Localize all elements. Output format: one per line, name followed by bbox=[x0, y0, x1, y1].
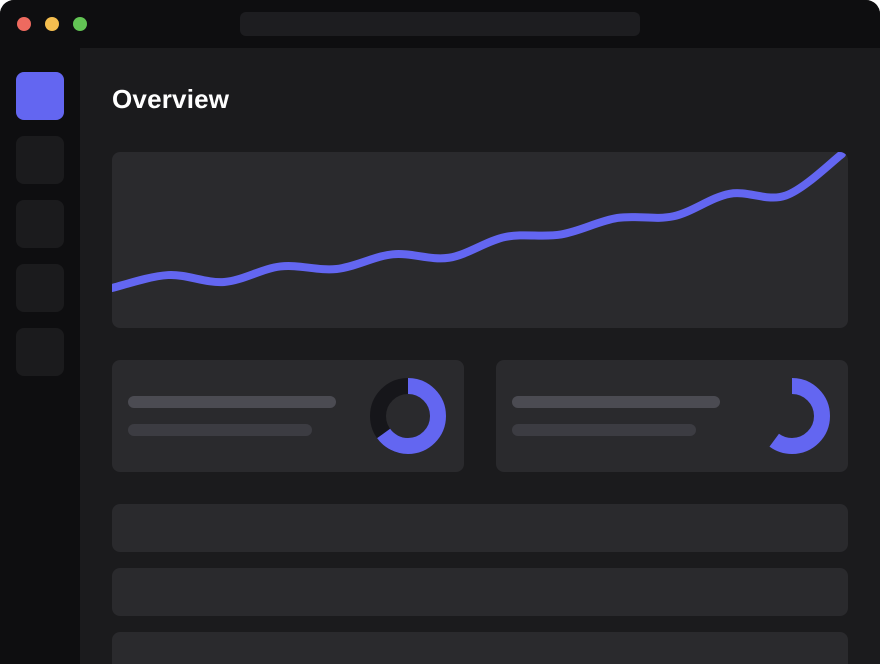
list-item[interactable] bbox=[112, 568, 848, 616]
donut-progress-arc bbox=[754, 378, 830, 454]
address-bar[interactable] bbox=[240, 12, 640, 36]
sidebar-item-4[interactable] bbox=[16, 264, 64, 312]
sidebar-item-3[interactable] bbox=[16, 200, 64, 248]
sidebar bbox=[0, 48, 80, 664]
stat-card-1 bbox=[112, 360, 464, 472]
close-window-button[interactable] bbox=[17, 17, 31, 31]
chart-series-line bbox=[112, 152, 846, 293]
minimize-window-button[interactable] bbox=[45, 17, 59, 31]
stat-subtitle-placeholder bbox=[512, 424, 696, 436]
stat-card-2 bbox=[496, 360, 848, 472]
progress-donut bbox=[754, 378, 830, 454]
list-item[interactable] bbox=[112, 504, 848, 552]
sidebar-item-1[interactable] bbox=[16, 72, 64, 120]
stat-subtitle-placeholder bbox=[128, 424, 312, 436]
main-content: Overview bbox=[80, 48, 880, 664]
title-bar bbox=[0, 0, 880, 48]
sidebar-item-5[interactable] bbox=[16, 328, 64, 376]
stat-title-placeholder bbox=[512, 396, 720, 408]
stat-title-placeholder bbox=[128, 396, 336, 408]
line-chart-card bbox=[112, 152, 848, 328]
app-window: Overview bbox=[0, 0, 880, 664]
list-item[interactable] bbox=[112, 632, 848, 664]
progress-donut bbox=[370, 378, 446, 454]
zoom-window-button[interactable] bbox=[73, 17, 87, 31]
page-title: Overview bbox=[112, 84, 230, 114]
sidebar-item-2[interactable] bbox=[16, 136, 64, 184]
line-chart bbox=[112, 152, 846, 293]
